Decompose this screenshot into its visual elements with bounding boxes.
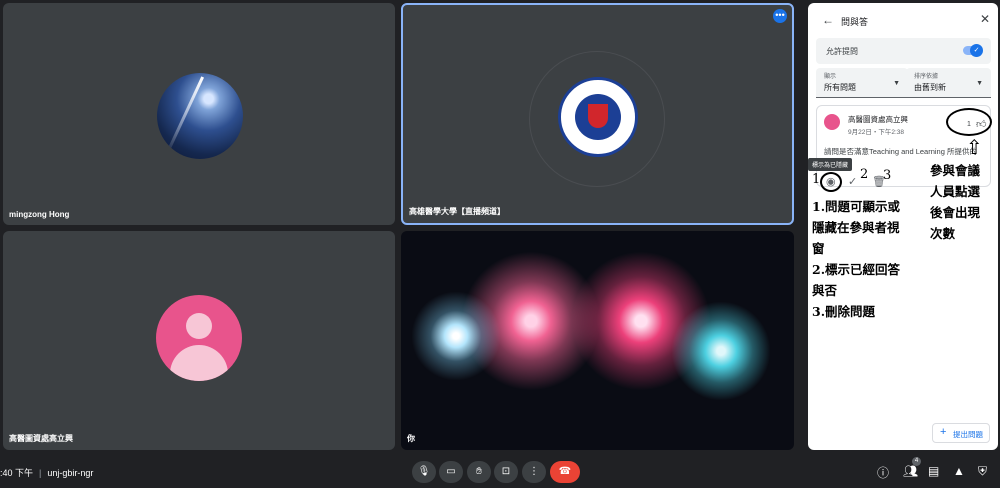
firework-image [671, 301, 771, 401]
mark-answered-check-icon[interactable]: ✓ [848, 175, 857, 188]
panel-title: 問與答 [841, 17, 869, 27]
ask-question-button[interactable]: + 提出問題 [932, 423, 990, 443]
hide-tooltip: 標示為已隱藏 [808, 158, 853, 171]
microphone-button[interactable]: 🎙︎ [412, 461, 436, 483]
filter-value: 所有問題 [824, 83, 856, 92]
end-call-button[interactable]: ☎︎ [550, 461, 580, 483]
caret-down-icon: ▼ [976, 80, 983, 87]
firework-image [411, 291, 501, 381]
vertical-dots-icon: ⋮ [529, 466, 539, 477]
participant-tile-gao[interactable]: 高醫圖資處高立興 [3, 231, 395, 450]
participant-avatar [157, 73, 243, 159]
raise-hand-button[interactable]: ✋︎ [467, 461, 491, 483]
annotation-line: 參與會議 [930, 163, 981, 178]
present-screen-icon: ⊡ [501, 466, 511, 477]
people-icon[interactable]: 👥︎ [903, 464, 918, 478]
question-author: 高醫圖資處高立興 [848, 115, 908, 124]
microphone-icon: 🎙︎ [417, 466, 431, 477]
annotation-left: 1.問題可顯示或 隱藏在參與者視 窗 2.標示已經回答 與否 3.刪除問題 [812, 196, 928, 322]
phone-hangup-icon: ☎︎ [558, 466, 572, 477]
annotation-line: 後會出現 [930, 205, 981, 220]
participant-tile-kmu[interactable]: ••• 高雄醫學大學【直播頻道】 [401, 3, 794, 225]
hand-icon: ✋︎ [476, 466, 482, 477]
annotation-line: 1.問題可顯示或 [812, 199, 901, 214]
participant-name: 高醫圖資處高立興 [9, 434, 73, 443]
arrow-up-icon: ⇧ [966, 137, 983, 159]
chat-icon[interactable]: ▤ [928, 464, 939, 478]
back-arrow-icon[interactable]: ← [822, 13, 834, 27]
annotation-line: 與否 [812, 283, 838, 298]
default-user-avatar [156, 295, 242, 381]
question-time: 9月22日・下午2:38 [848, 129, 904, 136]
filter-label: 顯示 [824, 74, 837, 80]
sort-label: 排序依據 [914, 74, 939, 80]
upvote-highlight-circle [946, 108, 992, 136]
participant-name: mingzong Hong [9, 210, 70, 219]
activities-icon[interactable]: ▲ [953, 464, 965, 478]
panel-header: ← 問與答 ✕ [808, 11, 998, 31]
filter-select[interactable]: 顯示 所有問題 ▼ [816, 68, 908, 98]
close-icon[interactable]: ✕ [980, 12, 990, 26]
participant-name: 高雄醫學大學【直播頻道】 [409, 207, 505, 216]
camera-button[interactable]: ▭ [439, 461, 463, 483]
participant-name: 你 [407, 434, 415, 443]
annotation-right: 參與會議 人員點選 後會出現 次數 [930, 160, 996, 244]
caret-down-icon: ▼ [893, 80, 900, 87]
more-options-icon[interactable]: ••• [773, 9, 787, 23]
ask-question-label: 提出問題 [953, 430, 983, 439]
author-avatar [824, 114, 840, 130]
annotation-line: 人員點選 [930, 184, 981, 199]
meeting-code: unj-gbir-ngr [47, 468, 94, 478]
allow-questions-row: 允許提問 ✓ [816, 38, 991, 64]
meeting-info: :40 下午 | unj-gbir-ngr [0, 468, 94, 478]
present-button[interactable]: ⊡ [494, 461, 518, 483]
allow-questions-toggle[interactable]: ✓ [963, 44, 983, 57]
annotation-line: 2.標示已經回答 [812, 262, 901, 277]
annotation-number-2: 2 [860, 167, 869, 182]
annotation-number-3: 3 [883, 168, 892, 183]
info-icon[interactable]: ⓘ [877, 464, 889, 481]
allow-questions-label: 允許提問 [826, 47, 858, 56]
participant-tile-mingzong[interactable]: mingzong Hong [3, 3, 395, 225]
university-logo [558, 77, 638, 157]
sort-value: 由舊到新 [914, 83, 946, 92]
hide-eye-icon[interactable]: ◉ [826, 175, 836, 188]
annotation-line: 次數 [930, 226, 956, 241]
sort-select[interactable]: 排序依據 由舊到新 ▼ [906, 68, 991, 98]
check-icon: ✓ [970, 44, 983, 57]
clock-time: :40 下午 [0, 468, 34, 478]
annotation-line: 窗 [812, 241, 825, 256]
host-controls-shield-icon[interactable]: ⛨ [978, 464, 987, 479]
participant-tile-self[interactable]: 你 [401, 231, 794, 450]
annotation-line: 隱藏在參與者視 [812, 220, 900, 235]
camera-icon: ▭ [446, 466, 456, 477]
more-options-button[interactable]: ⋮ [522, 461, 546, 483]
annotation-number-1: 1 [812, 172, 821, 187]
annotation-line: 3.刪除問題 [812, 304, 876, 319]
plus-icon: + [940, 426, 947, 438]
